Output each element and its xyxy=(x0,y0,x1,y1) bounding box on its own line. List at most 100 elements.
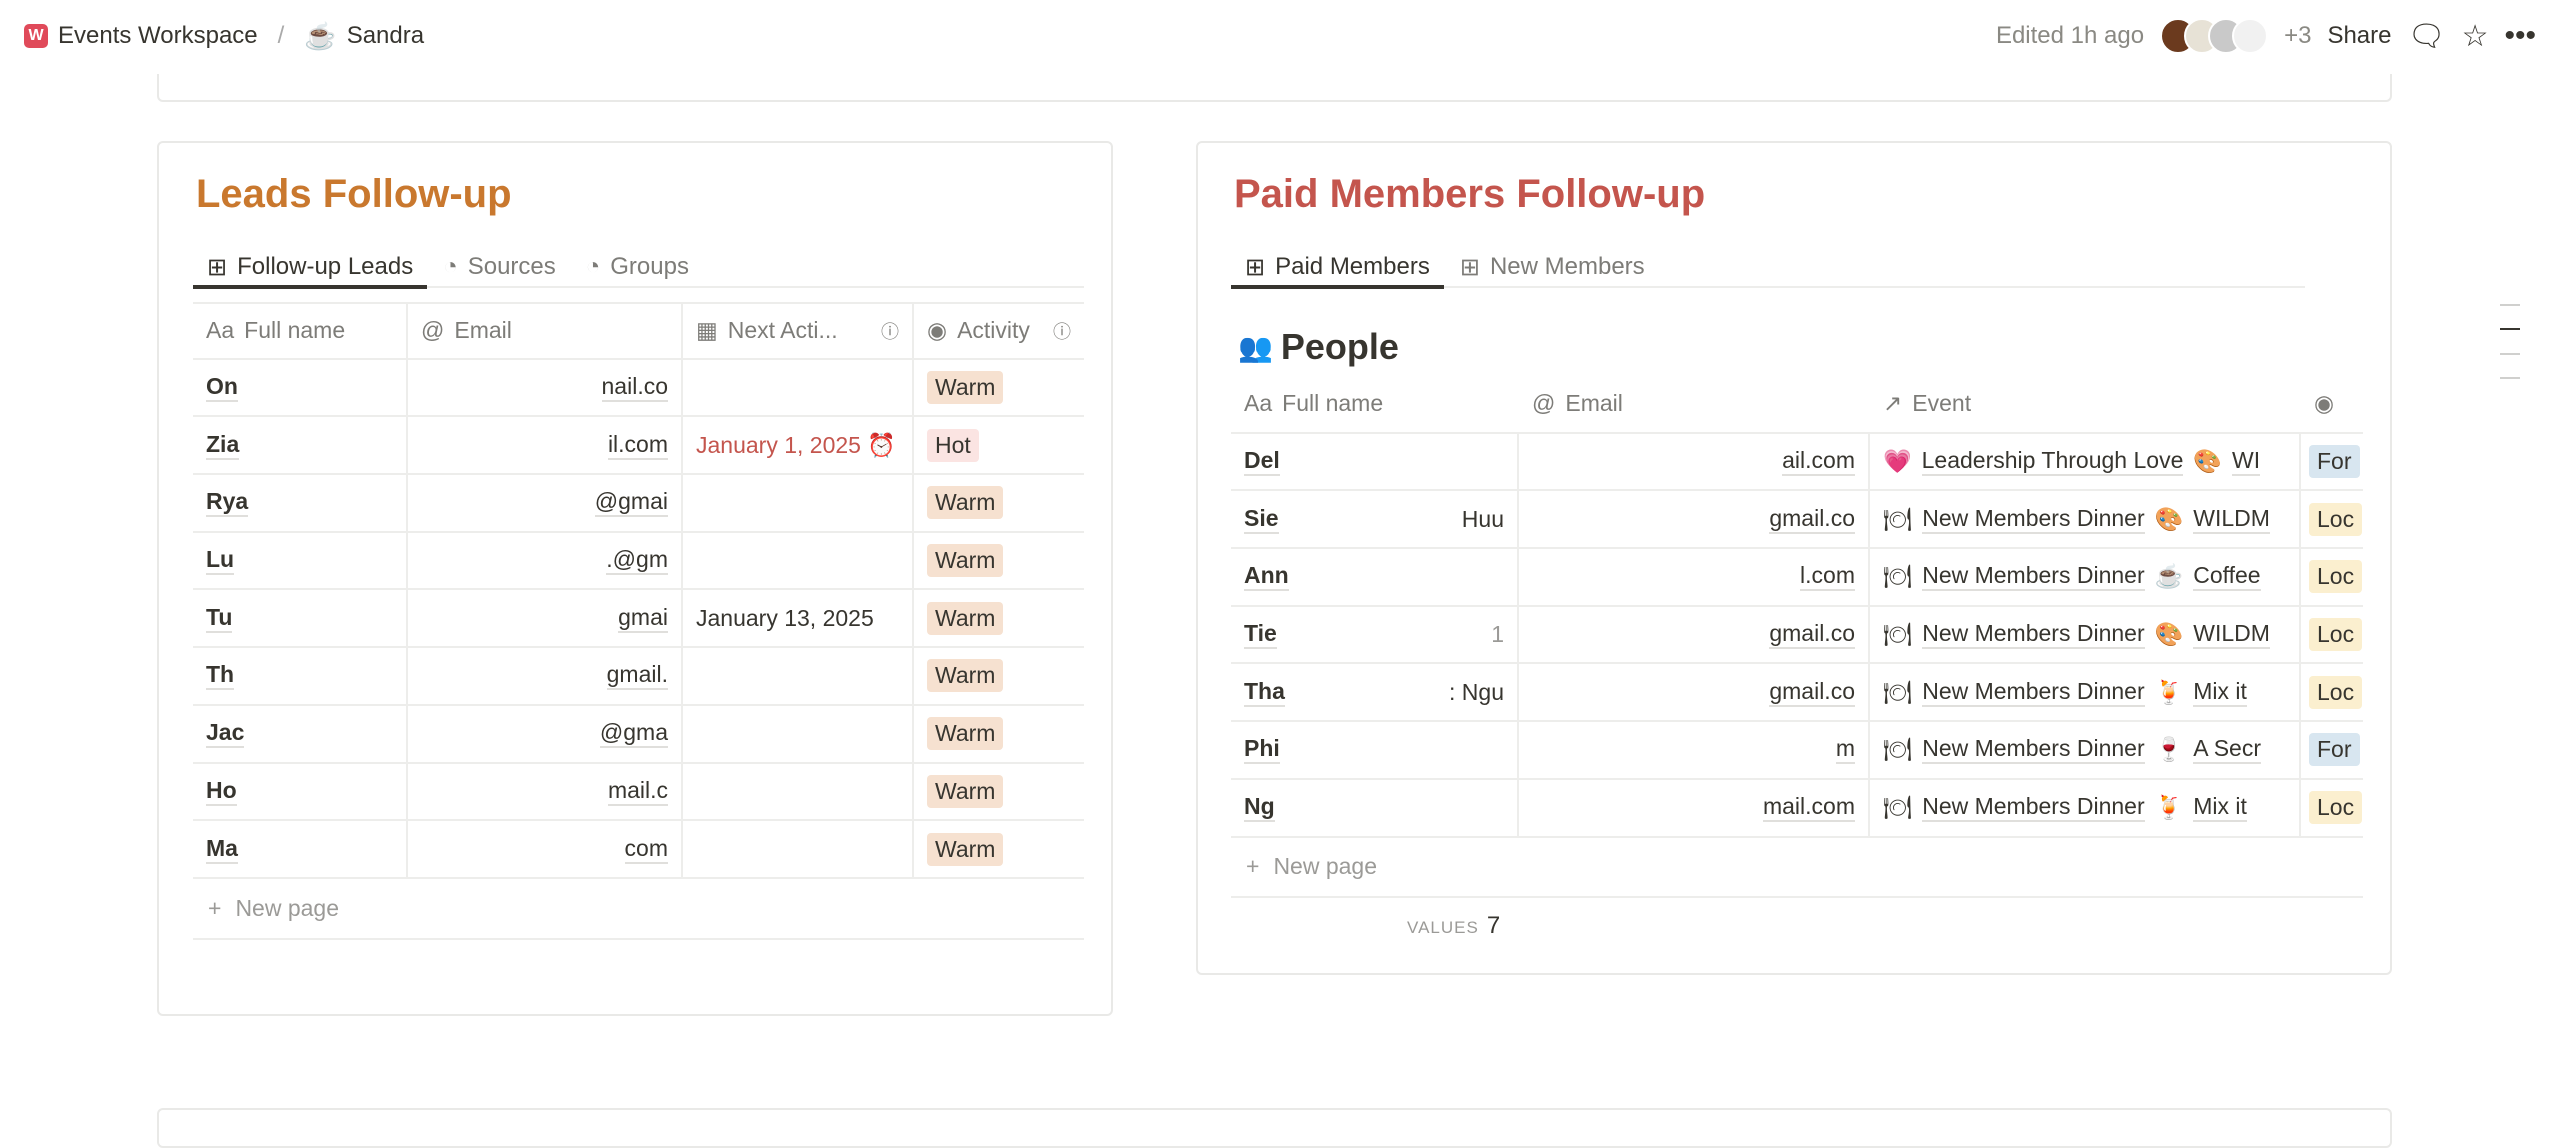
email-cell[interactable]: gmai xyxy=(408,590,683,647)
activity-cell[interactable]: Warm xyxy=(914,590,1084,646)
full-name[interactable]: Ho xyxy=(206,777,237,806)
activity-cell[interactable]: Hot xyxy=(914,417,1084,473)
extra-collaborators-count[interactable]: +3 xyxy=(2284,22,2311,50)
email-cell[interactable]: m xyxy=(1519,722,1870,778)
event-link[interactable]: Leadership Through Love xyxy=(1921,447,2184,477)
status-cell[interactable]: Loc xyxy=(2301,607,2363,663)
breadcrumb-page[interactable]: Sandra xyxy=(347,22,424,50)
full-name[interactable]: Phi xyxy=(1244,735,1280,765)
full-name[interactable]: Ann xyxy=(1244,562,1289,592)
date-cell[interactable]: January 1, 2025 ⏰ xyxy=(683,417,914,474)
full-name[interactable]: Jac xyxy=(206,719,245,749)
table-row[interactable]: Ann l.com 🍽 New Members Dinner ☕ Coffee Loc xyxy=(1231,549,2363,607)
email-cell[interactable]: gmail.co xyxy=(1519,491,1870,548)
status-cell[interactable]: For xyxy=(2301,722,2363,778)
table-row[interactable]: Ma com Warm xyxy=(193,821,1084,879)
event-cell[interactable]: 🍽 New Members Dinner 🎨 WILDM xyxy=(1870,491,2301,548)
event-cell[interactable]: 🍽 New Members Dinner 🍹 Mix it xyxy=(1870,664,2301,721)
email-cell[interactable]: mail.c xyxy=(408,763,683,820)
email[interactable]: com xyxy=(624,835,668,864)
activity-cell[interactable]: Warm xyxy=(914,706,1084,762)
tab-follow-up-leads[interactable]: ⊞ Follow-up Leads xyxy=(192,248,428,289)
email-cell[interactable]: gmail. xyxy=(408,648,683,704)
email-cell[interactable]: com xyxy=(408,821,683,877)
paid-new-page-button[interactable]: + New page xyxy=(1246,853,1377,880)
table-row[interactable]: Tha: Ngu gmail.co 🍽 New Members Dinner 🍹 Mix … xyxy=(1231,664,2363,723)
full-name[interactable]: Th xyxy=(206,661,235,691)
email[interactable]: .@gm xyxy=(606,546,668,576)
column-header[interactable]: Aa Full name xyxy=(1231,376,1519,432)
date-cell[interactable] xyxy=(683,359,914,416)
toc-item[interactable] xyxy=(2500,353,2520,355)
collaborator-avatars[interactable] xyxy=(2160,18,2269,54)
name-cell[interactable]: Ho xyxy=(193,763,408,820)
full-name[interactable]: Zia xyxy=(206,431,240,460)
name-cell[interactable]: Tha: Ngu xyxy=(1231,664,1519,721)
comment-icon[interactable]: 🗨 xyxy=(2407,19,2445,54)
event-link[interactable]: WILDM xyxy=(2193,505,2270,534)
toc-item[interactable] xyxy=(2500,304,2520,306)
email-cell[interactable]: il.com xyxy=(408,417,683,474)
event-link[interactable]: New Members Dinner xyxy=(1922,793,2145,823)
email[interactable]: mail.com xyxy=(1762,793,1855,823)
activity-cell[interactable]: Warm xyxy=(914,533,1084,589)
email-cell[interactable]: .@gm xyxy=(408,532,683,589)
column-header[interactable]: ▦ Next Acti... ⓘ xyxy=(683,304,914,358)
values-summary[interactable]: VALUES 7 xyxy=(1407,912,1500,940)
more-icon[interactable]: ••• xyxy=(2504,19,2536,53)
info-icon[interactable]: ⓘ xyxy=(1053,318,1071,344)
event-link[interactable]: New Members Dinner xyxy=(1922,562,2145,592)
table-row[interactable]: Ng mail.com 🍽 New Members Dinner 🍹 Mix it Loc xyxy=(1231,779,2363,838)
name-cell[interactable]: Ann xyxy=(1231,549,1519,605)
name-cell[interactable]: Rya xyxy=(193,475,408,531)
full-name[interactable]: On xyxy=(206,373,238,403)
breadcrumb-workspace[interactable]: Events Workspace xyxy=(58,22,258,50)
column-header[interactable]: @ Email xyxy=(1519,376,1870,432)
leads-new-page-button[interactable]: + New page xyxy=(208,895,339,922)
event-link[interactable]: New Members Dinner xyxy=(1922,678,2145,707)
status-cell[interactable]: Loc xyxy=(2301,664,2363,720)
email[interactable]: gmail.co xyxy=(1769,620,1855,650)
date-cell[interactable] xyxy=(683,705,914,762)
full-name[interactable]: Sie xyxy=(1244,505,1279,534)
toc-item[interactable] xyxy=(2500,377,2520,379)
activity-cell[interactable]: Warm xyxy=(914,360,1084,416)
email[interactable]: mail.c xyxy=(607,777,668,806)
name-cell[interactable]: Phi xyxy=(1231,722,1519,778)
name-cell[interactable]: Th xyxy=(193,648,408,704)
event-link[interactable]: A Secr xyxy=(2193,735,2262,765)
name-cell[interactable]: Lu xyxy=(193,532,408,589)
full-name[interactable]: Lu xyxy=(206,546,235,576)
table-row[interactable]: Lu .@gm Warm xyxy=(193,532,1084,591)
table-row[interactable]: Rya @gmai Warm xyxy=(193,475,1084,533)
full-name[interactable]: Tha xyxy=(1244,678,1285,707)
people-db-header[interactable]: 👥 People xyxy=(1238,326,1399,368)
name-cell[interactable]: Sie Huu xyxy=(1231,491,1519,548)
activity-cell[interactable]: Warm xyxy=(914,648,1084,704)
email[interactable]: gmai xyxy=(618,604,668,633)
table-row[interactable]: Tu gmai January 13, 2025 Warm xyxy=(193,590,1084,649)
table-row[interactable]: Th gmail. Warm xyxy=(193,648,1084,706)
star-icon[interactable]: ☆ xyxy=(2462,19,2489,54)
event-link[interactable]: New Members Dinner xyxy=(1922,620,2145,650)
event-link[interactable]: WI xyxy=(2232,447,2261,477)
email[interactable]: il.com xyxy=(607,431,668,460)
event-link[interactable]: WILDM xyxy=(2193,620,2270,650)
full-name[interactable]: Ma xyxy=(206,835,238,864)
toc-item-active[interactable] xyxy=(2500,328,2520,330)
email[interactable]: nail.co xyxy=(601,373,668,403)
status-cell[interactable]: Loc xyxy=(2301,549,2363,605)
email[interactable]: l.com xyxy=(1800,562,1855,592)
email-cell[interactable]: nail.co xyxy=(408,359,683,416)
event-cell[interactable]: 🍽 New Members Dinner 🍹 Mix it xyxy=(1870,779,2301,836)
email[interactable]: ail.com xyxy=(1782,447,1855,477)
date-cell[interactable] xyxy=(683,648,914,704)
name-cell[interactable]: Tu xyxy=(193,590,408,647)
email[interactable]: @gma xyxy=(599,719,668,749)
table-row[interactable]: On nail.co Warm xyxy=(193,359,1084,418)
name-cell[interactable]: Ng xyxy=(1231,779,1519,836)
activity-cell[interactable]: Warm xyxy=(914,475,1084,531)
event-cell[interactable]: 🍽 New Members Dinner 🎨 WILDM xyxy=(1870,606,2301,663)
column-header[interactable]: @ Email xyxy=(408,304,683,358)
full-name[interactable]: Del xyxy=(1244,447,1280,477)
